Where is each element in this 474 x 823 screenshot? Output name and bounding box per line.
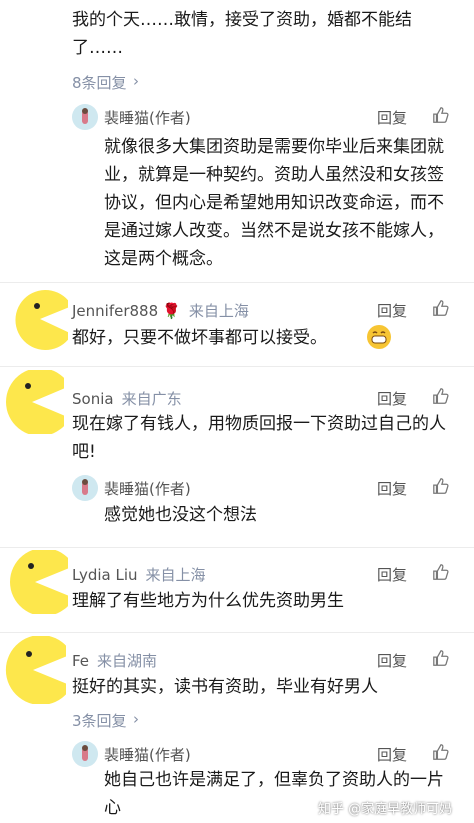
- commenter-name-text[interactable]: Fe: [72, 652, 89, 670]
- comment-text: 现在嫁了有钱人，用物质回报一下资助过自己的人吧!: [72, 414, 446, 462]
- reply-button[interactable]: 回复: [377, 478, 407, 499]
- commenter-name[interactable]: Lydia Liu 来自上海: [72, 564, 206, 585]
- divider: [0, 282, 474, 283]
- pacman-avatar[interactable]: [0, 636, 66, 704]
- thumbs-up-icon[interactable]: [432, 477, 450, 499]
- more-replies-link[interactable]: 8条回复: [72, 72, 127, 93]
- chevron-right-icon: ›: [133, 72, 139, 90]
- thumbs-up-icon[interactable]: [432, 649, 450, 671]
- reply-button[interactable]: 回复: [377, 388, 407, 409]
- thumbs-up-icon[interactable]: [432, 299, 450, 321]
- author-avatar[interactable]: [72, 741, 98, 767]
- reply-button[interactable]: 回复: [377, 650, 407, 671]
- more-replies-link[interactable]: 3条回复: [72, 710, 127, 731]
- divider: [0, 632, 474, 633]
- commenter-name-text[interactable]: Sonia: [72, 390, 114, 408]
- author-avatar[interactable]: [72, 104, 98, 130]
- reply-button[interactable]: 回复: [377, 744, 407, 765]
- reply-text: 感觉她也没这个想法: [104, 505, 257, 525]
- location: 来自上海: [145, 566, 206, 584]
- comment-text: 理解了有些地方为什么优先资助男生: [72, 591, 344, 611]
- location: 来自上海: [188, 302, 249, 320]
- commenter-name[interactable]: Jennifer888 🌹 来自上海: [72, 300, 249, 321]
- grin-emoji-icon: [366, 324, 392, 354]
- reply-button[interactable]: 回复: [377, 107, 407, 128]
- comment-text: 我的个天……敢情，接受了资助，婚都不能结了……: [72, 10, 412, 58]
- location: 来自广东: [121, 390, 182, 408]
- chevron-right-icon: ›: [133, 710, 139, 728]
- thumbs-up-icon[interactable]: [432, 743, 450, 765]
- divider: [0, 547, 474, 548]
- author-name[interactable]: 裴睡猫(作者): [104, 107, 191, 128]
- thumbs-up-icon[interactable]: [432, 563, 450, 585]
- divider: [0, 366, 474, 367]
- pacman-avatar[interactable]: [2, 550, 68, 614]
- comment-text: 挺好的其实，读书有资助，毕业有好男人: [72, 677, 378, 697]
- commenter-name-text[interactable]: Lydia Liu: [72, 566, 138, 584]
- commenter-name-text[interactable]: Jennifer888: [72, 302, 158, 320]
- thumbs-up-icon[interactable]: [432, 387, 450, 409]
- author-name[interactable]: 裴睡猫(作者): [104, 478, 191, 499]
- location: 来自湖南: [97, 652, 158, 670]
- author-name[interactable]: 裴睡猫(作者): [104, 744, 191, 765]
- author-avatar[interactable]: [72, 475, 98, 501]
- commenter-name[interactable]: Fe 来自湖南: [72, 650, 157, 671]
- rose-icon: 🌹: [162, 302, 181, 320]
- reply-button[interactable]: 回复: [377, 564, 407, 585]
- watermark: 知乎 @家庭早教师可妈: [318, 802, 453, 817]
- comment-text: 都好，只要不做坏事都可以接受。: [72, 328, 327, 348]
- commenter-name[interactable]: Sonia 来自广东: [72, 388, 182, 409]
- pacman-avatar[interactable]: [0, 370, 64, 434]
- reply-button[interactable]: 回复: [377, 300, 407, 321]
- thumbs-up-icon[interactable]: [432, 106, 450, 128]
- reply-text: 就像很多大集团资助是需要你毕业后来集团就业，就算是一种契约。资助人虽然没和女孩签…: [104, 137, 444, 269]
- pacman-avatar[interactable]: [12, 288, 68, 350]
